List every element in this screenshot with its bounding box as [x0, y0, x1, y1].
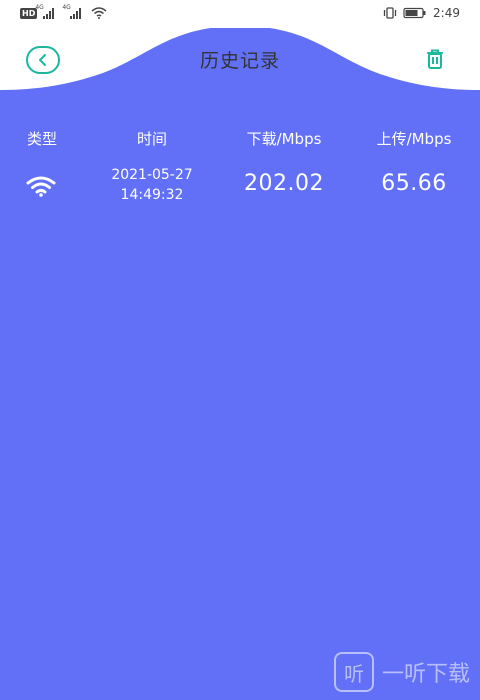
- table-row[interactable]: 2021-05-27 14:49:32 202.02 65.66: [0, 165, 480, 205]
- table-header: 类型 时间 下载/Mbps 上传/Mbps: [0, 128, 480, 150]
- time-cell: 2021-05-27 14:49:32: [92, 165, 212, 205]
- trash-icon[interactable]: [423, 47, 447, 71]
- watermark-logo: 听: [333, 652, 374, 692]
- column-header-download: 下载/Mbps: [246, 130, 322, 148]
- column-header-type: 类型: [26, 130, 57, 148]
- date-text: 2021-05-27: [111, 167, 193, 183]
- page-title: 历史记录: [199, 50, 280, 72]
- column-header-upload: 上传/Mbps: [376, 130, 452, 148]
- time-text: 14:49:32: [120, 187, 184, 203]
- upload-value: 65.66: [381, 171, 447, 196]
- watermark-text: 一听下载: [381, 662, 470, 687]
- download-value: 202.02: [244, 171, 324, 196]
- watermark: 听 一听下载: [333, 652, 470, 692]
- wifi-icon: [26, 176, 56, 197]
- column-header-time: 时间: [136, 130, 167, 148]
